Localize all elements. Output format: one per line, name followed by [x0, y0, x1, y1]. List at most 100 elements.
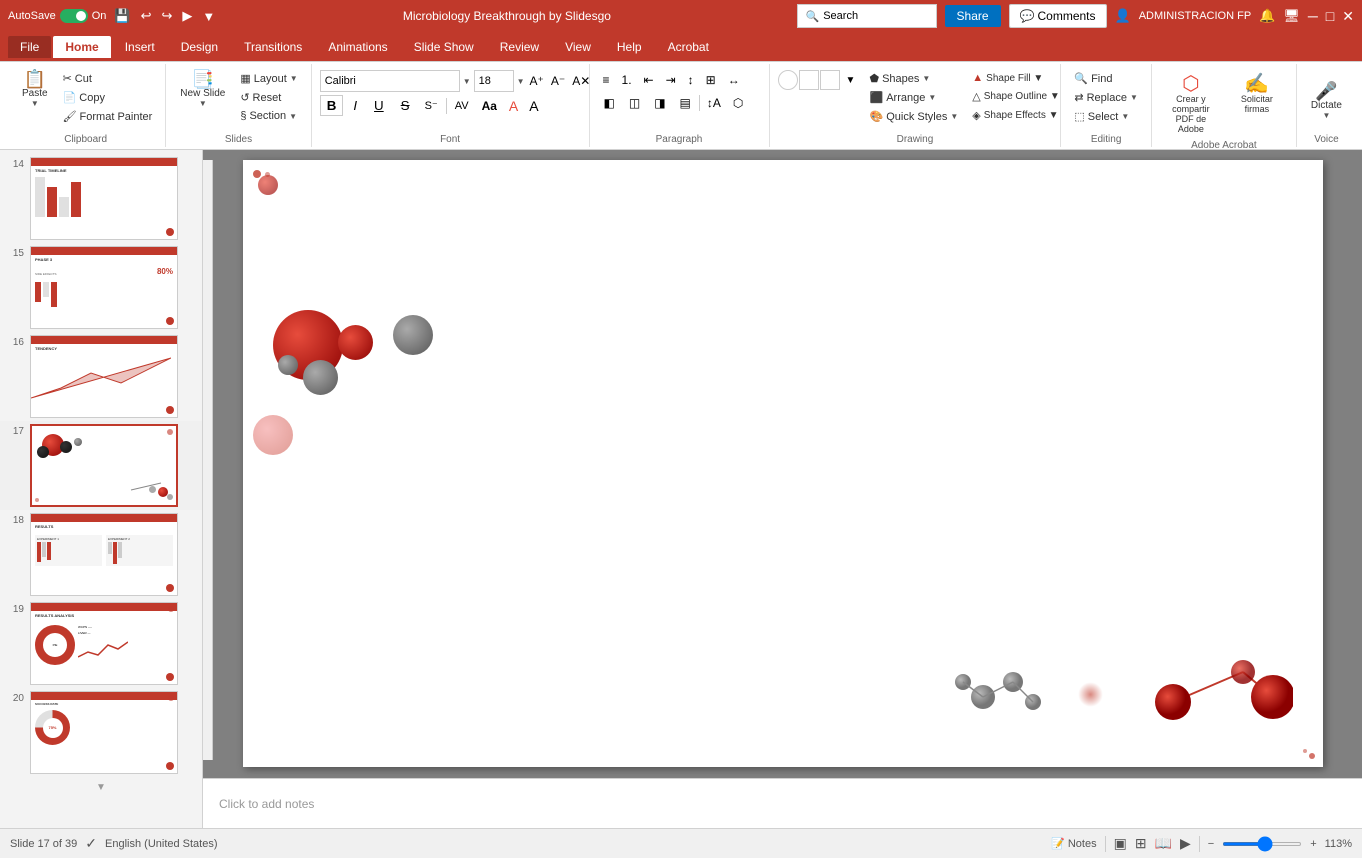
canvas-area[interactable] — [203, 150, 1362, 778]
rtl-button[interactable]: ↔ — [723, 70, 745, 90]
slide-sorter-button[interactable]: ⊞ — [1135, 835, 1147, 852]
shape-oval[interactable] — [778, 70, 798, 90]
request-sign-button[interactable]: ✍ Solicitar firmas — [1226, 70, 1288, 118]
slide-item-19[interactable]: 19 RESULTS ANALYSIS PIE WCPN ---- LIVER … — [0, 599, 202, 688]
section-button[interactable]: § Section ▼ — [235, 108, 302, 124]
shadow-button[interactable]: S⁻ — [420, 96, 443, 115]
slide-item-14[interactable]: 14 TRIAL TIMELINE — [0, 154, 202, 243]
redo-icon[interactable]: ↪ — [159, 6, 174, 26]
convert-to-smartart-button[interactable]: ⬡ — [728, 93, 748, 113]
search-box[interactable]: 🔍 Search — [797, 4, 937, 28]
customize-icon[interactable]: ▼ — [200, 7, 217, 26]
share-button[interactable]: Share — [945, 5, 1001, 27]
shape-line[interactable] — [820, 70, 840, 90]
increase-indent-button[interactable]: ⇥ — [661, 70, 681, 90]
zoom-in-button[interactable]: + — [1310, 838, 1316, 850]
notes-area[interactable]: Click to add notes — [203, 778, 1362, 828]
shape-effects-button[interactable]: ◈ Shape Effects ▼ — [967, 107, 1065, 124]
zoom-slider[interactable] — [1222, 842, 1302, 846]
align-right-button[interactable]: ◨ — [648, 93, 671, 113]
vertical-scrollbar[interactable] — [203, 160, 213, 760]
tab-view[interactable]: View — [553, 36, 603, 58]
spell-check-icon[interactable]: ✓ — [85, 835, 97, 852]
present-icon[interactable]: ▶ — [180, 6, 194, 26]
normal-view-button[interactable]: ▣ — [1114, 835, 1127, 852]
strikethrough-button[interactable]: S — [394, 95, 417, 116]
numbering-button[interactable]: 1. — [617, 70, 637, 90]
notifications-icon[interactable]: 🔔 — [1259, 8, 1275, 24]
slide-item-18[interactable]: 18 RESULTS EXPERIMENT 1 EXPERIMENT 2 — [0, 510, 202, 599]
copy-button[interactable]: 📄 Copy — [58, 89, 158, 106]
arrange-button[interactable]: ⬛ Arrange ▼ — [865, 89, 964, 106]
slideshow-button[interactable]: ▶ — [1180, 835, 1191, 852]
columns-button[interactable]: ⊞ — [701, 70, 721, 90]
maximize-button[interactable]: □ — [1326, 8, 1334, 24]
new-slide-button[interactable]: 📑 New Slide ▼ — [174, 66, 231, 112]
change-case-button[interactable]: Aa — [477, 96, 502, 116]
tab-home[interactable]: Home — [53, 36, 110, 58]
shapes-more-button[interactable]: ▼ — [841, 70, 861, 90]
zoom-out-button[interactable]: − — [1208, 838, 1214, 850]
font-name-caret[interactable]: ▼ — [463, 77, 471, 86]
reading-view-button[interactable]: 📖 — [1155, 835, 1172, 852]
dictate-button[interactable]: 🎤 Dictate ▼ — [1305, 70, 1348, 132]
comments-button[interactable]: 💬 Comments — [1009, 4, 1107, 28]
slide-canvas[interactable] — [243, 160, 1323, 767]
language[interactable]: English (United States) — [105, 838, 218, 850]
slide-item-20[interactable]: 20 SUCCESS RATE 75% — [0, 688, 202, 777]
tab-design[interactable]: Design — [169, 36, 230, 58]
decrease-font-button[interactable]: A⁻ — [549, 72, 567, 90]
shape-rect[interactable] — [799, 70, 819, 90]
slide-item-16[interactable]: 16 TENDENCY — [0, 332, 202, 421]
line-spacing-button[interactable]: ↕ — [683, 70, 699, 90]
user-avatar[interactable]: 👤 — [1115, 8, 1131, 24]
tab-help[interactable]: Help — [605, 36, 654, 58]
decrease-indent-button[interactable]: ⇤ — [639, 70, 659, 90]
format-painter-button[interactable]: 🖌 Format Painter — [58, 108, 158, 125]
tab-transitions[interactable]: Transitions — [232, 36, 314, 58]
italic-button[interactable]: I — [346, 95, 364, 116]
slide-item-17[interactable]: 17 — [0, 421, 202, 510]
shape-fill-button[interactable]: ▲ Shape Fill ▼ — [967, 70, 1065, 86]
bold-button[interactable]: B — [320, 95, 344, 116]
undo-icon[interactable]: ↩ — [139, 6, 154, 26]
align-left-button[interactable]: ◧ — [598, 93, 621, 113]
tab-animations[interactable]: Animations — [316, 36, 399, 58]
select-button[interactable]: ⬚ Select ▼ — [1069, 108, 1143, 125]
highlight-button[interactable]: A — [525, 96, 542, 116]
underline-button[interactable]: U — [367, 95, 391, 116]
save-icon[interactable]: 💾 — [112, 6, 132, 26]
display-icon[interactable]: 🖥 — [1283, 8, 1300, 24]
character-spacing-button[interactable]: AV — [450, 97, 474, 115]
autosave-toggle[interactable]: AutoSave On — [8, 9, 106, 23]
close-button[interactable]: ✕ — [1342, 8, 1354, 25]
paste-button[interactable]: 📋 Paste ▼ — [14, 66, 56, 112]
zoom-level[interactable]: 113% — [1325, 838, 1352, 850]
font-size-input[interactable] — [474, 70, 514, 92]
layout-button[interactable]: ▦ Layout ▼ — [235, 70, 302, 87]
font-color-button[interactable]: A — [505, 96, 522, 116]
shape-outline-button[interactable]: △ Shape Outline ▼ — [967, 88, 1065, 105]
text-direction-button[interactable]: ↕A — [702, 93, 726, 113]
create-pdf-button[interactable]: ⬡ Crear y compartir PDF de Adobe — [1160, 70, 1222, 138]
tab-insert[interactable]: Insert — [113, 36, 167, 58]
tab-review[interactable]: Review — [488, 36, 551, 58]
slide-item-15[interactable]: 15 PHASE 3 80% SIDE EFFECTS — [0, 243, 202, 332]
tab-file[interactable]: File — [8, 36, 51, 58]
bullets-button[interactable]: ≡ — [598, 70, 615, 90]
cut-button[interactable]: ✂ Cut — [58, 70, 158, 87]
font-name-input[interactable] — [320, 70, 460, 92]
reset-button[interactable]: ↺ Reset — [235, 89, 302, 106]
shapes-button[interactable]: ⬟ Shapes ▼ — [865, 70, 964, 87]
tab-acrobat[interactable]: Acrobat — [656, 36, 721, 58]
align-center-button[interactable]: ◫ — [623, 93, 646, 113]
find-button[interactable]: 🔍 Find — [1069, 70, 1143, 87]
notes-button[interactable]: 📝 Notes — [1051, 837, 1096, 850]
autosave-pill[interactable] — [60, 9, 88, 23]
tab-slideshow[interactable]: Slide Show — [402, 36, 486, 58]
quick-styles-button[interactable]: 🎨 Quick Styles ▼ — [865, 108, 964, 125]
minimize-button[interactable]: ─ — [1308, 8, 1318, 24]
increase-font-button[interactable]: A⁺ — [528, 72, 546, 90]
font-size-caret[interactable]: ▼ — [517, 77, 525, 86]
justify-button[interactable]: ▤ — [674, 93, 697, 113]
